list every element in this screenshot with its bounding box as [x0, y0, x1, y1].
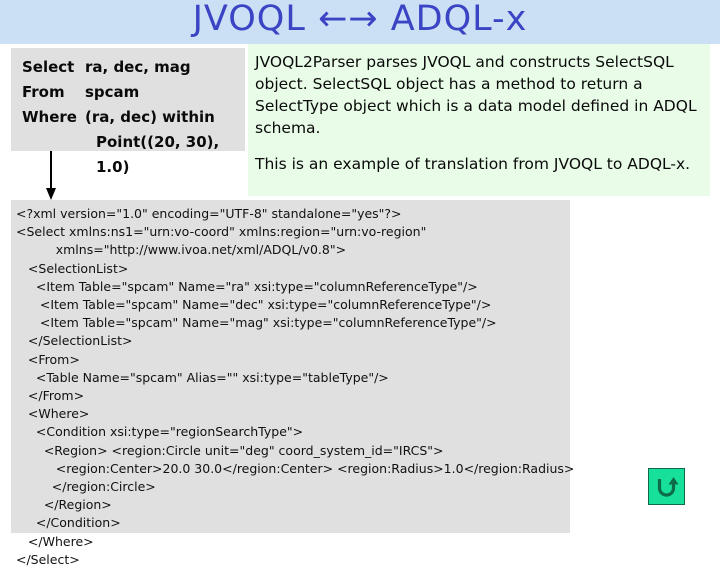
- slide-title-band: JVOQL ←→ ADQL-x: [0, 0, 720, 44]
- query-keyword-select: Select: [22, 58, 75, 76]
- page-title: JVOQL ←→ ADQL-x: [192, 0, 528, 39]
- adqlx-xml-code: <?xml version="1.0" encoding="UTF-8" sta…: [16, 206, 575, 567]
- query-value-where: (ra, dec) within: [85, 108, 215, 126]
- query-value-select: ra, dec, mag: [85, 58, 191, 76]
- query-row: Where (ra, dec) within: [11, 105, 245, 130]
- return-button[interactable]: [648, 468, 685, 505]
- description-paragraph-2: This is an example of translation from J…: [255, 155, 691, 173]
- query-row: From spcam: [11, 80, 245, 105]
- jvoql-query-panel: Select ra, dec, mag From spcam Where (ra…: [11, 48, 245, 176]
- query-keyword-where: Where: [22, 108, 77, 126]
- query-keyword-from: From: [22, 83, 65, 101]
- u-turn-arrow-icon: [657, 476, 678, 497]
- query-row: Select ra, dec, mag: [11, 55, 245, 80]
- down-arrow-icon: [46, 151, 56, 200]
- description-panel: JVOQL2Parser parses JVOQL and constructs…: [248, 44, 710, 196]
- query-value-from: spcam: [85, 83, 140, 101]
- description-paragraph-1: JVOQL2Parser parses JVOQL and constructs…: [255, 53, 697, 137]
- adqlx-xml-panel: <?xml version="1.0" encoding="UTF-8" sta…: [11, 200, 574, 567]
